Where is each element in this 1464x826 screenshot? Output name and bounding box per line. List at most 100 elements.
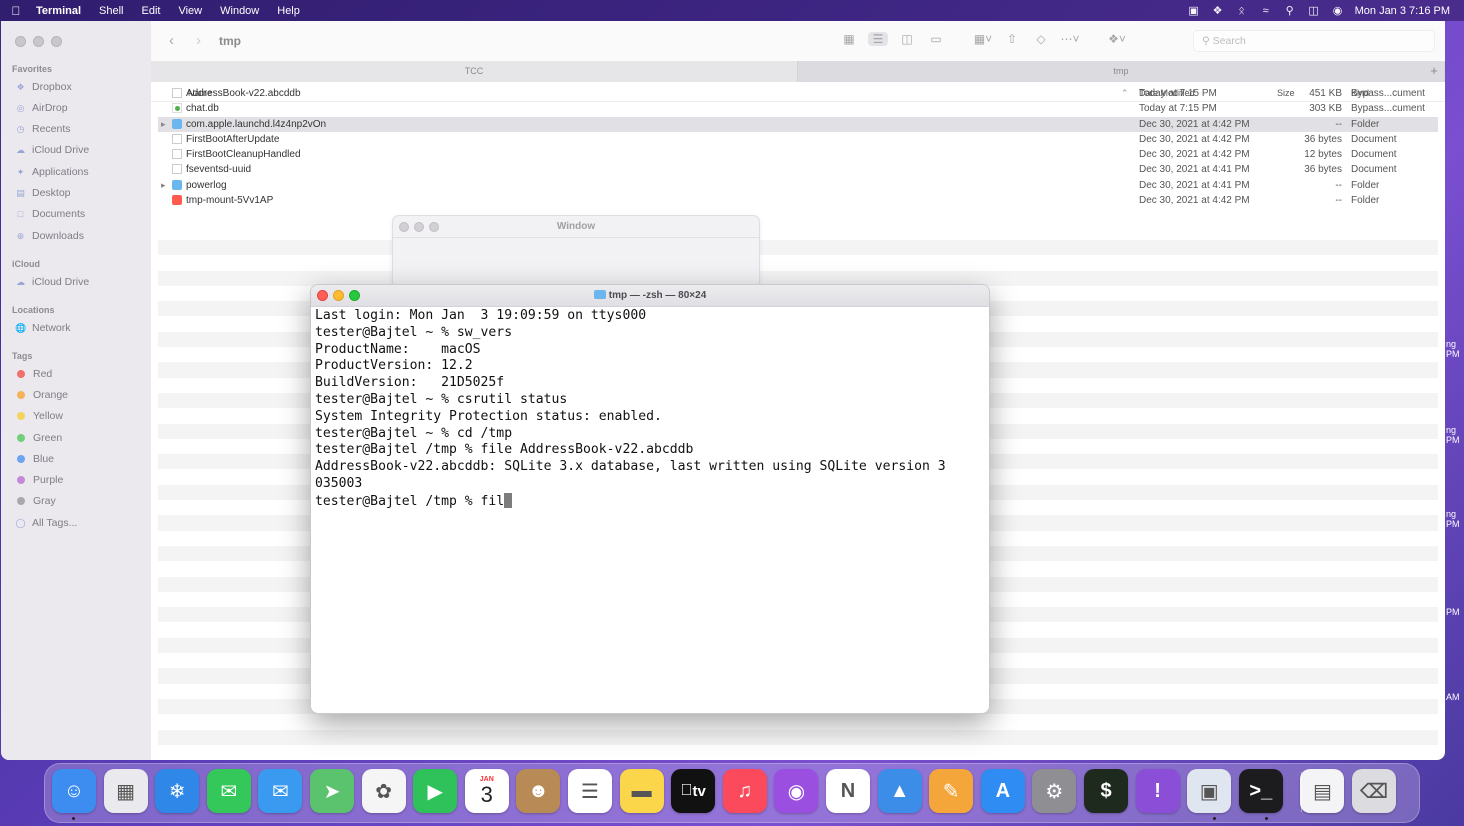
new-tab-button[interactable]: + [1423, 61, 1445, 78]
txt-document-icon[interactable]: ▤ [1300, 769, 1345, 813]
terminal-prompt-line[interactable]: tester@Bajtel /tmp % fil [315, 492, 987, 510]
notes-icon[interactable]: ▬ [619, 769, 664, 813]
terminal-window[interactable]: tmp — -zsh — 80×24 Last login: Mon Jan 3… [310, 284, 990, 714]
forward-icon[interactable]: › [196, 32, 201, 49]
column-view-icon[interactable]: ◫ [897, 32, 917, 46]
sidebar-tag-green[interactable]: Green [15, 432, 62, 444]
menu-edit[interactable]: Edit [133, 5, 170, 17]
dropbox-icon[interactable]: ❖ [1211, 4, 1225, 17]
sidebar-tag-red[interactable]: Red [15, 368, 52, 380]
gallery-view-icon[interactable]: ▭ [926, 32, 946, 46]
sidebar-item-network[interactable]: 🌐 Network [15, 322, 71, 334]
file-date: Today at 7:15 PM [1139, 88, 1217, 99]
music-icon[interactable]: ♫ [722, 769, 767, 813]
sidebar-tag-orange[interactable]: Orange [15, 389, 68, 401]
sidebar-item-applications[interactable]: ✦ Applications [15, 166, 89, 178]
table-row[interactable]: ▸ com.apple.launchd.l4z4np2vOn Dec 30, 202… [158, 116, 1438, 132]
system-preferences-icon[interactable]: ⚙ [1032, 769, 1077, 813]
bluetooth-icon[interactable]: ᛟ [1235, 5, 1249, 17]
group-icon[interactable]: ▦˅ [973, 32, 993, 46]
icon-view-icon[interactable]: ▦ [839, 32, 859, 46]
photos-icon[interactable]: ✿ [361, 769, 406, 813]
terminal-line: Last login: Mon Jan 3 19:09:59 on ttys00… [315, 308, 647, 323]
menu-view[interactable]: View [169, 5, 211, 17]
sidebar-item-airdrop[interactable]: ◎ AirDrop [15, 102, 68, 114]
share-icon[interactable]: ⇧ [1002, 32, 1022, 46]
table-row[interactable]: ▸ powerlog Dec 30, 2021 at 4:41 PM -- Folder [158, 178, 1438, 193]
sidebar-tag-yellow[interactable]: Yellow [15, 410, 63, 422]
apple-logo-icon:  [681, 782, 693, 800]
disclosure-triangle-icon[interactable]: ▸ [161, 119, 166, 130]
maps-icon[interactable]: ➤ [310, 769, 354, 813]
menu-help[interactable]: Help [268, 5, 309, 17]
terminal-line: tester@Bajtel /tmp % file AddressBook-v2… [315, 442, 694, 458]
apple-tv-icon[interactable]: tv [671, 769, 716, 813]
sidebar-item-documents[interactable]: □ Documents [15, 208, 85, 220]
background-window[interactable]: Window [392, 215, 760, 290]
terminal-output[interactable]: Last login: Mon Jan 3 19:09:59 on ttys00… [315, 308, 987, 708]
sidebar-all-tags[interactable]: ◯ All Tags... [15, 517, 77, 529]
preview-icon[interactable]: ▣ [1187, 769, 1232, 813]
finder-icon[interactable]: ☺ [52, 769, 96, 813]
wifi-icon[interactable]: ≈ [1259, 5, 1273, 17]
tab-tmp[interactable]: tmp [798, 61, 1445, 82]
sidebar-tag-blue[interactable]: Blue [15, 453, 54, 465]
sidebar-item-downloads[interactable]: ⊕ Downloads [15, 230, 84, 242]
terminal-line: 035003 [315, 475, 363, 491]
sidebar-tag-purple[interactable]: Purple [15, 474, 63, 486]
control-center-icon[interactable]: ◫ [1307, 4, 1321, 17]
reminders-icon[interactable]: ☰ [568, 769, 612, 813]
messages-icon[interactable]: ✉ [206, 769, 251, 813]
facetime-icon[interactable]: ▶ [413, 769, 458, 813]
menu-clock[interactable]: Mon Jan 3 7:16 PM [1355, 5, 1450, 17]
table-row[interactable]: FirstBootCleanupHandled Dec 30, 2021 at 4… [158, 147, 1438, 162]
sidebar-item-icloud-drive-2[interactable]: ☁ iCloud Drive [15, 276, 89, 288]
news-icon[interactable]: N [826, 769, 870, 813]
file-name: chat.db [186, 103, 219, 115]
sidebar-item-recents[interactable]: ◷ Recents [15, 123, 71, 135]
siri-icon[interactable]: ◉ [1331, 4, 1345, 17]
terminal-icon[interactable]: >_ [1238, 769, 1283, 813]
minimize-button[interactable] [33, 36, 44, 47]
sidebar-item-dropbox[interactable]: ❖ Dropbox [15, 81, 71, 93]
menu-app-terminal[interactable]: Terminal [32, 5, 90, 17]
sidebar-item-icloud-drive[interactable]: ☁ iCloud Drive [15, 144, 89, 156]
menu-shell[interactable]: Shell [90, 5, 132, 17]
sidebar-item-desktop[interactable]: ▤ Desktop [15, 187, 70, 199]
disclosure-triangle-icon[interactable]: ▸ [161, 180, 166, 191]
feedback-assistant-icon[interactable]: ! [1135, 769, 1180, 813]
mail-icon[interactable]: ✉ [258, 769, 303, 813]
back-icon[interactable]: ‹ [169, 32, 174, 49]
keynote-icon[interactable]: ▲ [877, 769, 922, 813]
table-row[interactable]: chat.db Today at 7:15 PM 303 KB Bypass...cu… [158, 101, 1438, 116]
tab-tcc[interactable]: TCC [151, 61, 798, 82]
table-row[interactable]: FirstBootAfterUpdate Dec 30, 2021 at 4:42… [158, 132, 1438, 147]
search-icon[interactable]: ⚲ [1283, 4, 1297, 17]
list-view-icon[interactable]: ☰ [868, 32, 888, 46]
close-button[interactable] [15, 36, 26, 47]
table-row[interactable]: fseventsd-uuid Dec 30, 2021 at 4:41 PM 36 … [158, 162, 1438, 177]
zoom-button[interactable] [51, 36, 62, 47]
menu-window[interactable]: Window [211, 5, 268, 17]
file-size: 451 KB [1309, 88, 1342, 99]
screen-mirror-icon[interactable]: ▣ [1187, 4, 1201, 17]
sidebar-tag-gray[interactable]: Gray [15, 495, 56, 507]
more-actions-icon[interactable]: ⋯˅ [1060, 32, 1080, 46]
search-input[interactable]: ⚲ Search [1193, 30, 1435, 52]
tag-icon[interactable]: ◇ [1031, 32, 1051, 46]
finder-toolbar: ‹ › tmp ▦ ☰ ◫ ▭ ▦˅ ⇧ ◇ ⋯˅ ❖˅ ⚲ Search [151, 21, 1445, 61]
activity-monitor-icon[interactable]: $ [1084, 769, 1128, 813]
app-store-icon[interactable]: A [980, 769, 1025, 813]
pages-icon[interactable]: ✎ [929, 769, 974, 813]
trash-icon[interactable]: ⌫ [1352, 769, 1396, 813]
apple-menu-icon[interactable]:  [0, 4, 32, 18]
dropbox-icon[interactable]: ❖˅ [1107, 32, 1127, 46]
terminal-titlebar[interactable]: tmp — -zsh — 80×24 [311, 285, 989, 307]
podcasts-icon[interactable]: ◉ [774, 769, 819, 813]
contacts-icon[interactable]: ☻ [516, 769, 561, 813]
calendar-icon[interactable]: JAN 3 [464, 769, 509, 813]
safari-icon[interactable]: ❄ [155, 769, 200, 813]
table-row[interactable]: AddressBook-v22.abcddb Today at 7:15 PM 45… [158, 86, 1438, 101]
launchpad-icon[interactable]: ▦ [103, 769, 148, 813]
table-row[interactable]: tmp-mount-5Vv1AP Dec 30, 2021 at 4:42 PM -… [158, 193, 1438, 208]
